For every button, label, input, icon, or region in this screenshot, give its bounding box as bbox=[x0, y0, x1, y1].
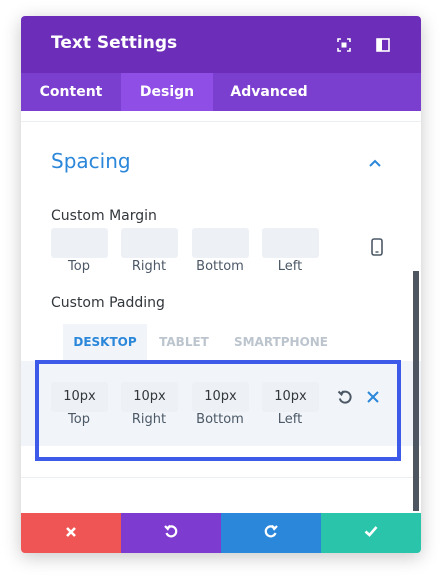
settings-content: Spacing Custom Margin Top Right Bottom L… bbox=[21, 111, 421, 513]
margin-bottom-input[interactable] bbox=[192, 228, 249, 258]
tab-content[interactable]: Content bbox=[21, 73, 121, 111]
device-tab-tablet[interactable]: TABLET bbox=[149, 324, 219, 361]
scrollbar[interactable] bbox=[413, 271, 419, 511]
modal-title: Text Settings bbox=[51, 33, 178, 53]
highlight-outline bbox=[35, 360, 401, 461]
expand-icon[interactable] bbox=[336, 37, 352, 53]
check-icon bbox=[363, 523, 379, 543]
redo-icon bbox=[263, 523, 279, 543]
tab-advanced[interactable]: Advanced bbox=[213, 73, 325, 111]
undo-icon bbox=[163, 523, 179, 543]
phone-icon[interactable] bbox=[370, 238, 384, 256]
settings-modal: Text Settings Content Design Advanced Sp… bbox=[21, 16, 421, 553]
section-title[interactable]: Spacing bbox=[51, 149, 131, 173]
tab-bar: Content Design Advanced bbox=[21, 73, 421, 111]
tab-design[interactable]: Design bbox=[121, 73, 213, 111]
margin-right-label: Right bbox=[131, 259, 167, 274]
margin-top-input[interactable] bbox=[51, 228, 108, 258]
custom-margin-label: Custom Margin bbox=[51, 208, 157, 224]
divider bbox=[21, 477, 421, 478]
margin-right-input[interactable] bbox=[121, 228, 178, 258]
modal-footer bbox=[21, 513, 421, 553]
chevron-up-icon[interactable] bbox=[368, 155, 382, 169]
undo-button[interactable] bbox=[121, 513, 221, 553]
save-button[interactable] bbox=[321, 513, 421, 553]
custom-padding-label: Custom Padding bbox=[51, 295, 165, 311]
modal-header: Text Settings bbox=[21, 16, 421, 73]
split-panel-icon[interactable] bbox=[375, 37, 391, 53]
redo-button[interactable] bbox=[221, 513, 321, 553]
margin-left-input[interactable] bbox=[262, 228, 319, 258]
margin-top-label: Top bbox=[68, 259, 90, 274]
margin-left-label: Left bbox=[277, 259, 303, 274]
divider bbox=[21, 121, 421, 122]
device-tab-desktop[interactable]: DESKTOP bbox=[63, 324, 147, 361]
margin-bottom-label: Bottom bbox=[196, 259, 244, 274]
close-icon bbox=[64, 524, 78, 543]
discard-button[interactable] bbox=[21, 513, 121, 553]
device-tab-smartphone[interactable]: SMARTPHONE bbox=[226, 324, 336, 361]
